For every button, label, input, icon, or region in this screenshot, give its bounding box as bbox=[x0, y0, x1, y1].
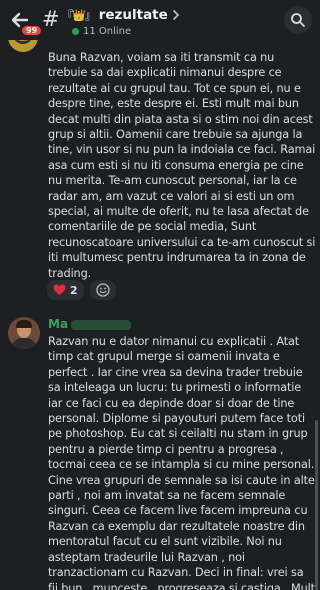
avatar[interactable] bbox=[8, 317, 40, 349]
search-icon bbox=[291, 13, 305, 27]
unread-badge: 99 bbox=[20, 24, 44, 37]
message-text: Razvan nu e dator nimanui cu explicatii … bbox=[48, 335, 315, 590]
reaction-heart[interactable]: 2 bbox=[47, 280, 84, 300]
message-text: Buna Razvan, voiam sa iti transmit ca nu… bbox=[48, 51, 316, 280]
avatar-body bbox=[12, 338, 36, 349]
author-name: Ma bbox=[48, 317, 69, 331]
search-button[interactable] bbox=[284, 6, 312, 34]
add-reaction-button[interactable] bbox=[89, 280, 116, 300]
reactions-bar: 2 bbox=[47, 280, 116, 300]
title-prefix: 『👑』 bbox=[62, 9, 96, 22]
heart-icon bbox=[53, 284, 66, 295]
avatar-hair bbox=[16, 320, 32, 328]
reaction-count: 2 bbox=[70, 283, 78, 297]
author-name-redacted bbox=[71, 319, 132, 330]
online-dot-icon bbox=[72, 28, 79, 35]
channel-hash-icon: # bbox=[42, 7, 60, 31]
message-author[interactable]: Ma bbox=[48, 317, 132, 331]
channel-header: 99 # 『👑』 rezultate 11 Online bbox=[0, 0, 320, 40]
chevron-right-icon bbox=[172, 10, 180, 20]
online-count: 11 Online bbox=[83, 26, 132, 37]
scrollbar[interactable] bbox=[315, 420, 318, 590]
channel-title: rezultate bbox=[98, 7, 168, 23]
channel-title-button[interactable]: 『👑』 rezultate 11 Online bbox=[62, 6, 180, 37]
smiley-add-icon bbox=[96, 283, 110, 297]
